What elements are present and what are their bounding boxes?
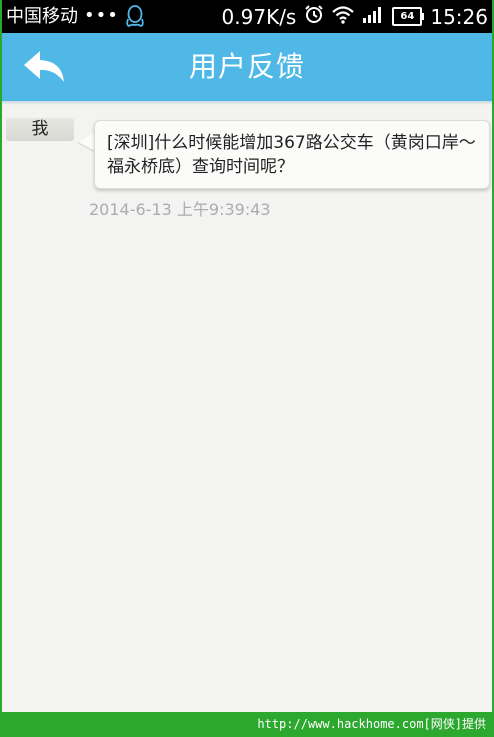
page-title: 用户反馈 <box>188 50 305 83</box>
clock: 15:26 <box>430 4 488 29</box>
status-left: 中国移动 ••• <box>6 0 145 33</box>
back-button[interactable] <box>20 49 70 85</box>
carrier-name: 中国移动 <box>6 6 78 27</box>
status-right: 0.97K/s 64 15:26 <box>222 0 488 33</box>
message-timestamp: 2014-6-13 上午9:39:43 <box>89 200 271 219</box>
app-screen: 中国移动 ••• 0.97K/s 64 15:26 用户反馈 我 [深圳]什么时… <box>0 0 494 737</box>
bubble-tail <box>78 133 95 151</box>
wifi-icon <box>332 5 355 29</box>
network-speed: 0.97K/s <box>221 4 297 29</box>
message-bubble[interactable]: [深圳]什么时候能增加367路公交车（黄岗口岸～福永桥底）查询时间呢？ <box>94 120 490 189</box>
left-border <box>0 0 2 737</box>
title-bar: 用户反馈 <box>0 33 494 101</box>
signal-bars-icon <box>362 5 384 29</box>
signal-dots: ••• <box>84 5 119 26</box>
alarm-icon <box>304 4 324 29</box>
back-arrow-icon <box>24 51 64 82</box>
chat-area[interactable]: 我 [深圳]什么时候能增加367路公交车（黄岗口岸～福永桥底）查询时间呢？ 20… <box>0 105 494 712</box>
watermark-text: http://www.hackhome.com[网侠]提供 <box>257 717 486 731</box>
status-bar: 中国移动 ••• 0.97K/s 64 15:26 <box>0 0 494 33</box>
watermark-bar: http://www.hackhome.com[网侠]提供 <box>0 712 494 737</box>
sender-label: 我 <box>6 118 74 141</box>
battery-icon: 64 <box>392 7 425 26</box>
qq-icon <box>125 4 145 29</box>
